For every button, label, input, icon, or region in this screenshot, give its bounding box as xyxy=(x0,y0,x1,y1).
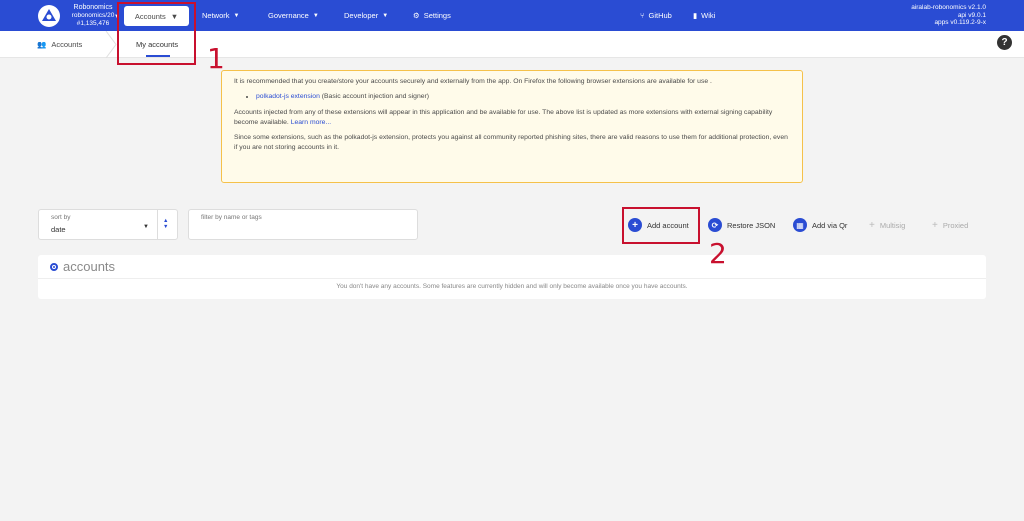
add-via-qr-label: Add via Qr xyxy=(812,220,848,230)
learn-more-link[interactable]: Learn more... xyxy=(291,119,331,126)
multisig-button[interactable]: + Multisig xyxy=(869,216,905,234)
plus-icon: + xyxy=(869,219,875,231)
sort-by-label: sort by xyxy=(51,214,71,221)
dot-circle-icon xyxy=(50,262,58,271)
filter-input[interactable] xyxy=(199,224,409,233)
accounts-header: accounts xyxy=(50,259,115,274)
polkadot-extension-link[interactable]: polkadot-js extension xyxy=(256,93,320,100)
list-item: polkadot-js extension (Basic account inj… xyxy=(256,92,790,102)
sort-by-value: date xyxy=(51,225,66,234)
nav-developer-label: Developer xyxy=(344,11,379,20)
nav-settings[interactable]: ⚙ Settings xyxy=(413,0,451,31)
extension-list: polkadot-js extension (Basic account inj… xyxy=(256,92,790,102)
annotation-box-2 xyxy=(622,207,700,244)
restore-json-button[interactable]: ⟳ Restore JSON xyxy=(708,216,775,234)
nav-wiki-label: Wiki xyxy=(701,11,716,20)
notice-intro: It is recommended that you create/store … xyxy=(234,78,712,85)
chevron-down-icon: ▼ xyxy=(312,12,319,19)
filter-label: filter by name or tags xyxy=(201,214,262,221)
extension-notice: It is recommended that you create/store … xyxy=(221,70,803,183)
chain-spec: robonomics/20 xyxy=(71,12,115,19)
code-branch-icon: ⑂ xyxy=(640,11,645,20)
settings-gears-icon: ⚙ xyxy=(413,11,420,20)
node-version: airalab-robonomics v2.1.0 xyxy=(911,4,986,11)
chain-logo-icon[interactable] xyxy=(38,5,60,27)
restore-json-label: Restore JSON xyxy=(727,220,776,230)
api-version: api v9.0.1 xyxy=(957,11,986,19)
chevron-down-icon: ▼ xyxy=(143,224,149,230)
annotation-number-1: 1 xyxy=(207,42,225,75)
multisig-label: Multisig xyxy=(879,220,906,230)
extension-description: (Basic account injection and signer) xyxy=(321,93,430,100)
annotation-number-2: 2 xyxy=(709,237,727,270)
nav-network[interactable]: Network ▼ xyxy=(202,0,239,31)
accounts-divider xyxy=(38,278,986,279)
nav-governance[interactable]: Governance ▼ xyxy=(268,0,319,31)
sort-divider xyxy=(157,210,158,239)
accounts-title: accounts xyxy=(63,259,116,274)
version-info: airalab-robonomics v2.1.0 api v9.0.1 app… xyxy=(911,4,986,27)
nav-github[interactable]: ⑂ GitHub xyxy=(640,0,672,31)
nav-developer[interactable]: Developer ▼ xyxy=(344,0,388,31)
chain-selector[interactable]: Robonomics robonomics/20 ▼ #1,135,476 xyxy=(66,4,120,28)
accounts-table: accounts You don't have any accounts. So… xyxy=(38,255,986,299)
notice-injected: Accounts injected from any of these exte… xyxy=(234,108,790,128)
annotation-box-1 xyxy=(117,2,196,65)
nav-governance-label: Governance xyxy=(268,11,309,20)
chevron-down-icon: ▼ xyxy=(382,12,389,19)
proxied-label: Proxied xyxy=(942,220,969,230)
breadcrumb-section: Accounts xyxy=(51,40,83,49)
nav-network-label: Network xyxy=(202,11,230,20)
robonomics-logo-icon xyxy=(42,9,56,21)
breadcrumb-accounts: 👥 Accounts xyxy=(37,31,82,58)
chain-name: Robonomics xyxy=(73,4,113,11)
sort-by-dropdown[interactable]: sort by date ▼ ▲ ▼ xyxy=(38,209,178,240)
qrcode-icon: ▦ xyxy=(793,218,807,232)
notice-phishing: Since some extensions, such as the polka… xyxy=(234,134,788,151)
chevron-down-icon: ▼ xyxy=(233,12,240,19)
sync-icon: ⟳ xyxy=(708,218,722,232)
breadcrumb-separator xyxy=(105,31,117,58)
block-number: #1,135,476 xyxy=(76,20,110,27)
users-icon: 👥 xyxy=(37,40,47,49)
sort-direction-icon[interactable]: ▲ ▼ xyxy=(163,218,168,230)
accounts-empty-message: You don't have any accounts. Some featur… xyxy=(336,283,688,290)
filter-field[interactable]: filter by name or tags xyxy=(188,209,418,240)
add-via-qr-button[interactable]: ▦ Add via Qr xyxy=(793,216,847,234)
help-icon[interactable]: ? xyxy=(997,35,1012,50)
nav-settings-label: Settings xyxy=(423,11,451,20)
nav-github-label: GitHub xyxy=(648,11,672,20)
plus-icon: + xyxy=(932,219,938,231)
book-icon: ▮ xyxy=(693,11,698,20)
apps-version: apps v0.119.2-9-x xyxy=(934,19,986,26)
nav-wiki[interactable]: ▮ Wiki xyxy=(693,0,715,31)
proxied-button[interactable]: + Proxied xyxy=(932,216,968,234)
